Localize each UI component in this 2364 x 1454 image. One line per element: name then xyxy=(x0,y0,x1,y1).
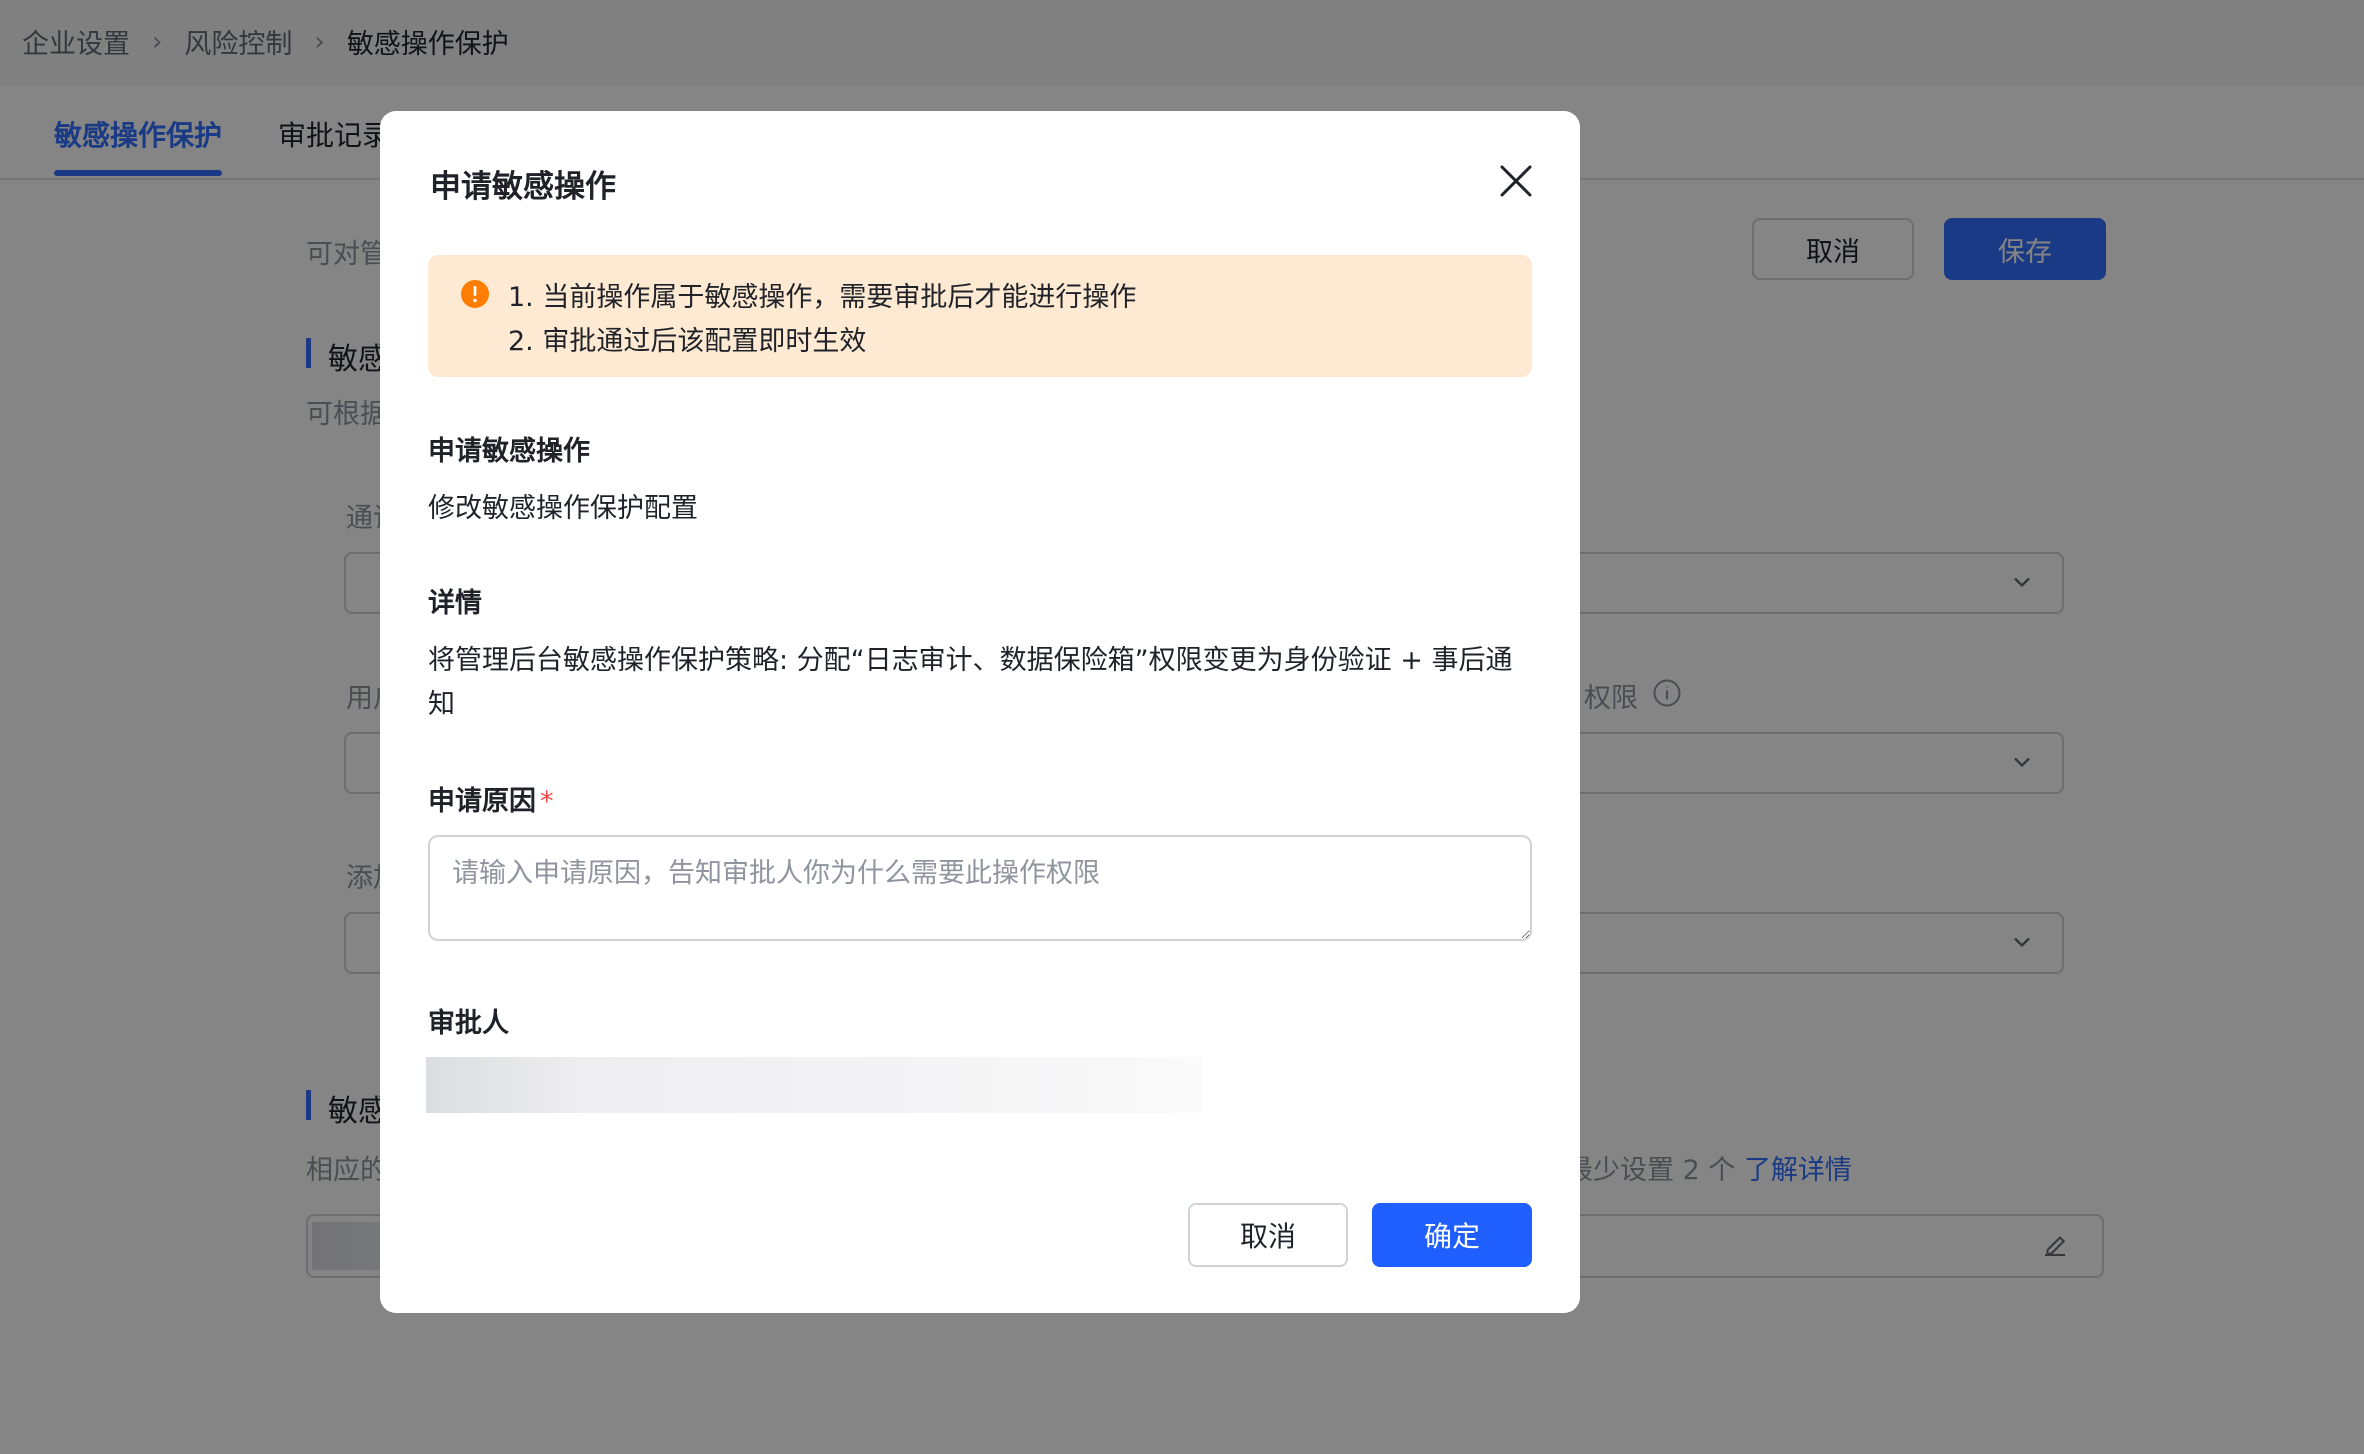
close-icon xyxy=(1500,165,1532,197)
dialog-title: 申请敏感操作 xyxy=(430,169,616,205)
close-button[interactable] xyxy=(1496,161,1536,201)
confirm-button[interactable]: 确定 xyxy=(1372,1203,1532,1267)
reason-input[interactable] xyxy=(428,835,1532,941)
required-mark: * xyxy=(540,786,554,817)
reason-label-text: 申请原因 xyxy=(428,786,536,817)
details-value: 将管理后台敏感操作保护策略: 分配“日志审计、数据保险箱”权限变更为身份验证 +… xyxy=(428,645,1513,720)
warning-circle-icon xyxy=(461,280,489,308)
apply-sensitive-operation-dialog: 申请敏感操作 1. 当前操作属于敏感操作，需要审批后才能进行操作 2. 审批通过… xyxy=(380,111,1580,1313)
operation-label: 申请敏感操作 xyxy=(428,436,590,467)
alert-line-1: 1. 当前操作属于敏感操作，需要审批后才能进行操作 xyxy=(508,282,1137,313)
warning-alert: 1. 当前操作属于敏感操作，需要审批后才能进行操作 2. 审批通过后该配置即时生… xyxy=(428,255,1532,377)
approver-value xyxy=(426,1057,1202,1113)
operation-value: 修改敏感操作保护配置 xyxy=(428,493,698,524)
reason-label: 申请原因 * xyxy=(428,779,554,818)
alert-line-2: 2. 审批通过后该配置即时生效 xyxy=(508,326,867,357)
approver-label: 审批人 xyxy=(428,1008,509,1039)
details-label: 详情 xyxy=(428,588,482,619)
cancel-button[interactable]: 取消 xyxy=(1188,1203,1348,1267)
